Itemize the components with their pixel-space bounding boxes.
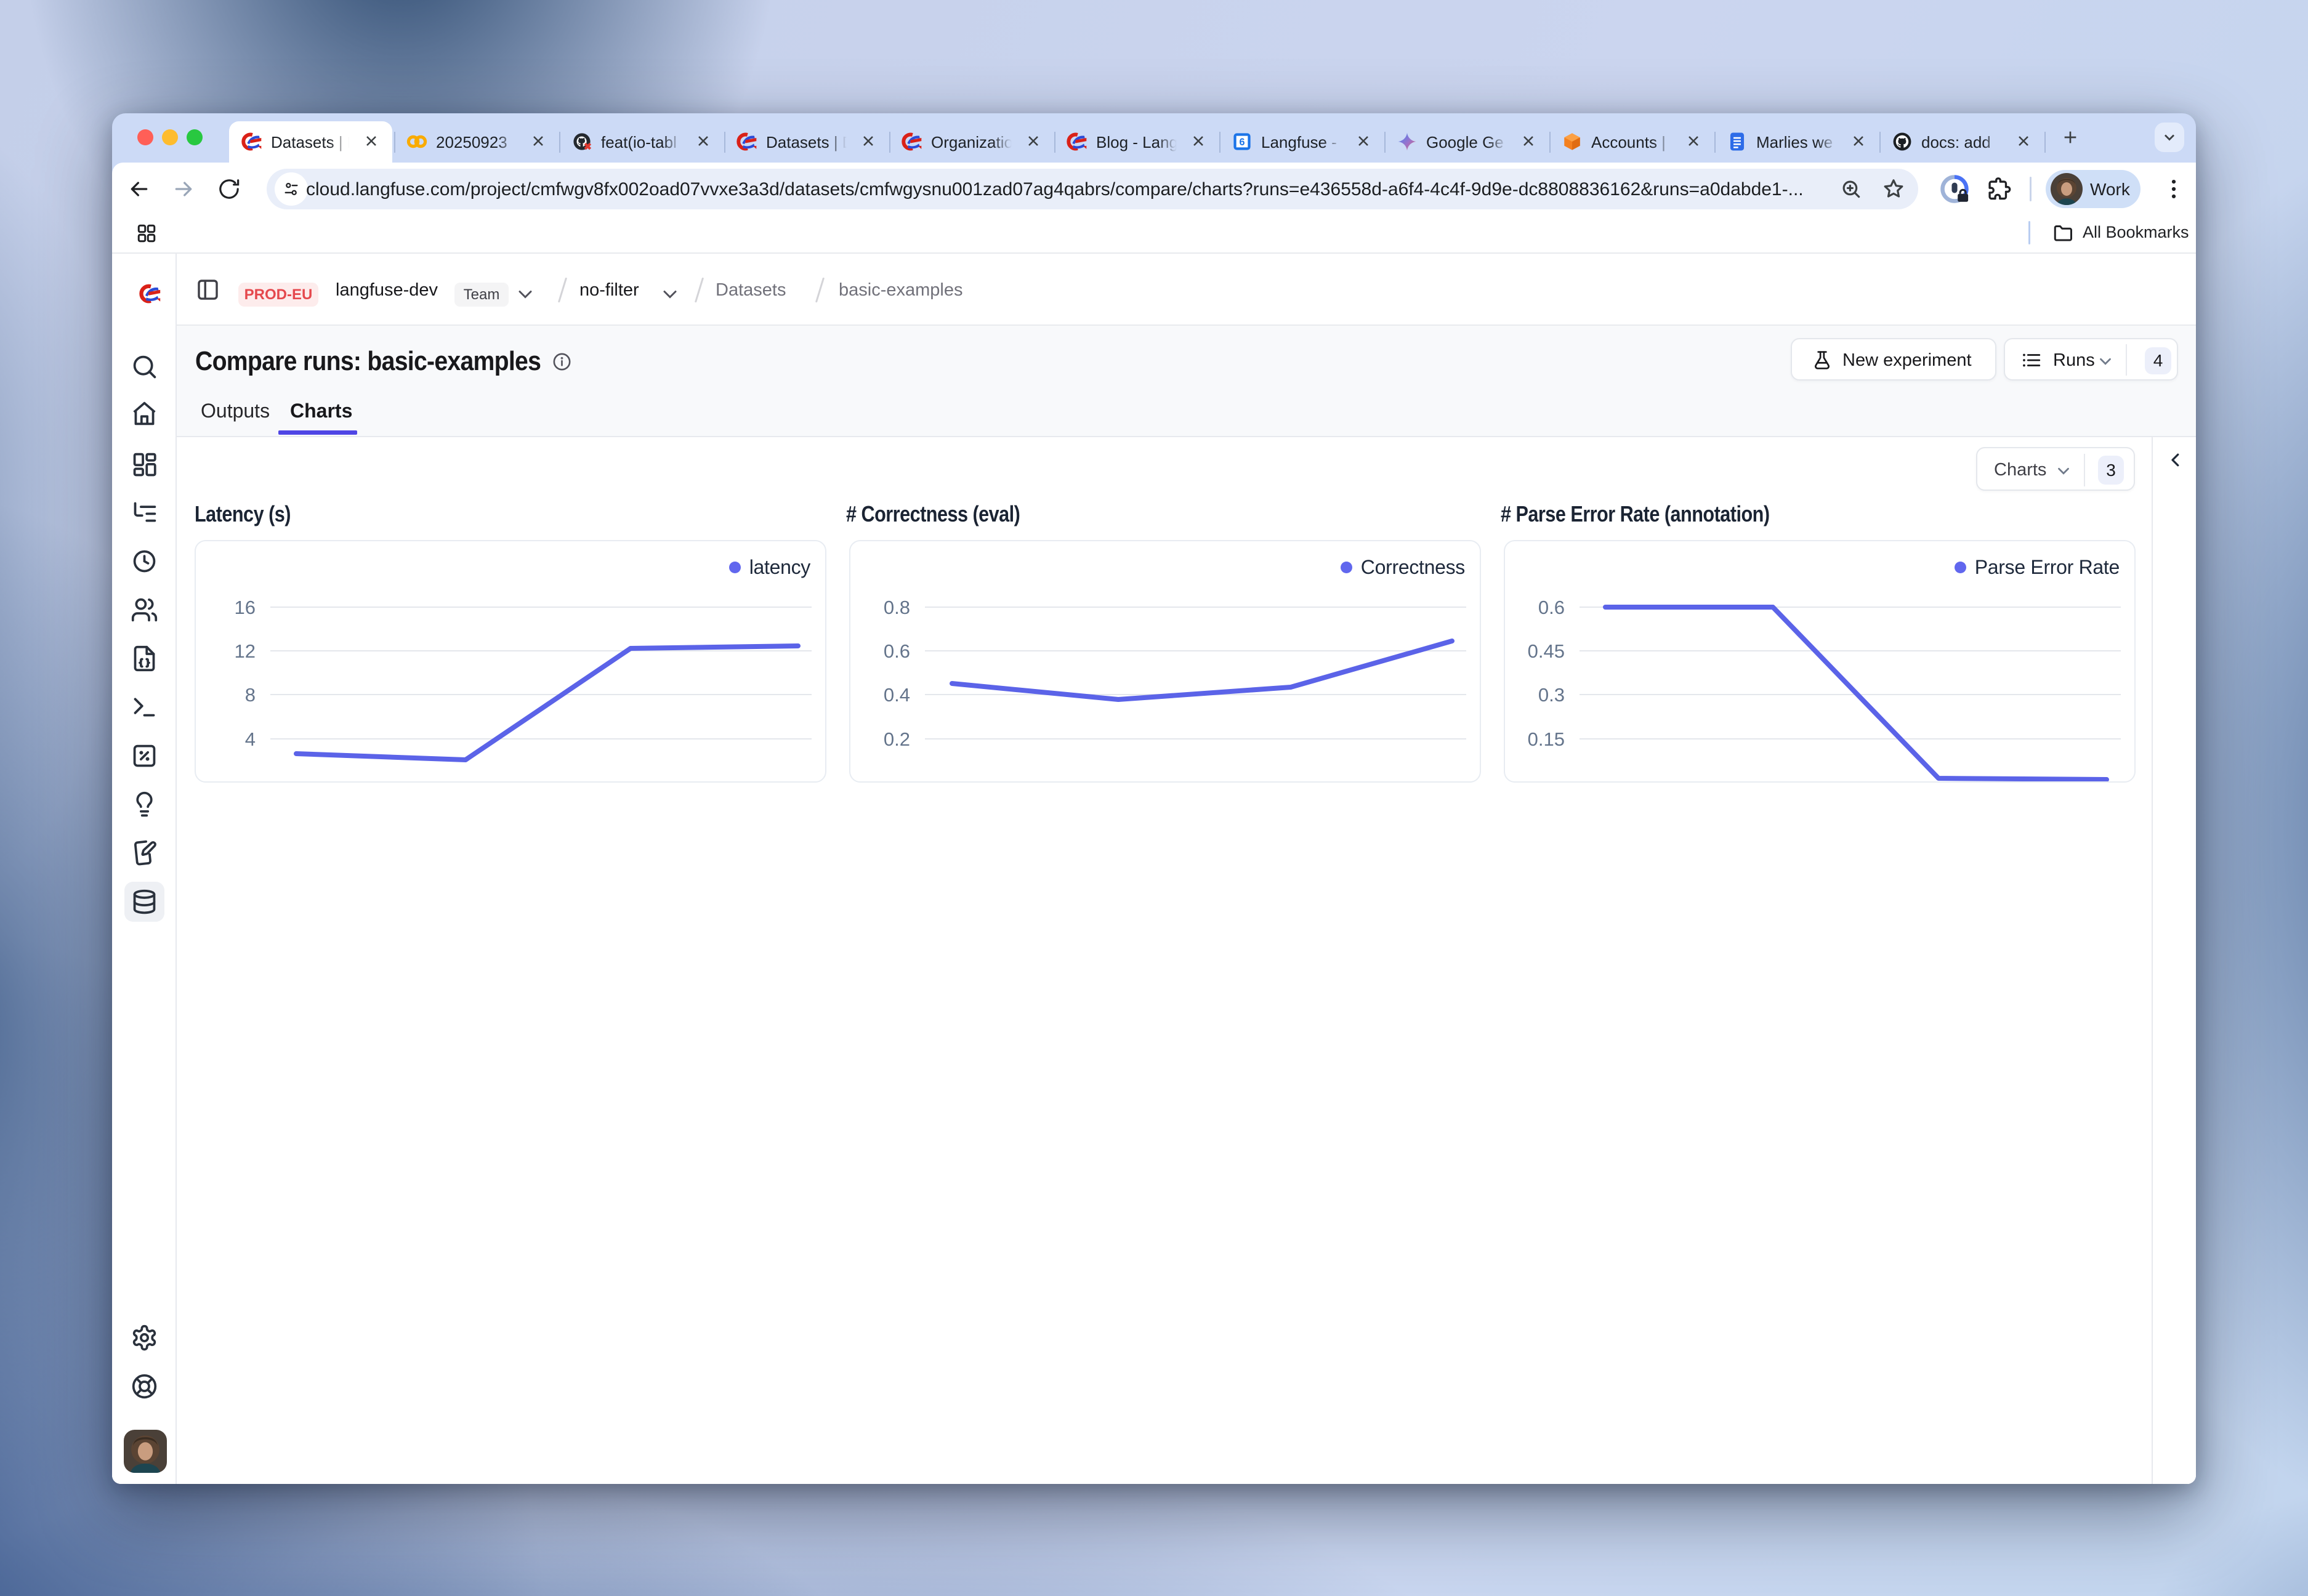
svg-text:0.4: 0.4 <box>884 684 910 706</box>
svg-text:16: 16 <box>235 597 256 618</box>
svg-text:0.2: 0.2 <box>884 728 910 750</box>
svg-text:0.15: 0.15 <box>1528 728 1565 750</box>
svg-text:0.6: 0.6 <box>884 640 910 662</box>
svg-text:0.6: 0.6 <box>1538 597 1565 618</box>
svg-text:4: 4 <box>245 728 256 750</box>
svg-text:12: 12 <box>235 640 256 662</box>
svg-text:0.8: 0.8 <box>884 597 910 618</box>
svg-text:0.45: 0.45 <box>1528 640 1565 662</box>
svg-text:0.3: 0.3 <box>1538 684 1565 706</box>
svg-text:8: 8 <box>245 684 256 706</box>
